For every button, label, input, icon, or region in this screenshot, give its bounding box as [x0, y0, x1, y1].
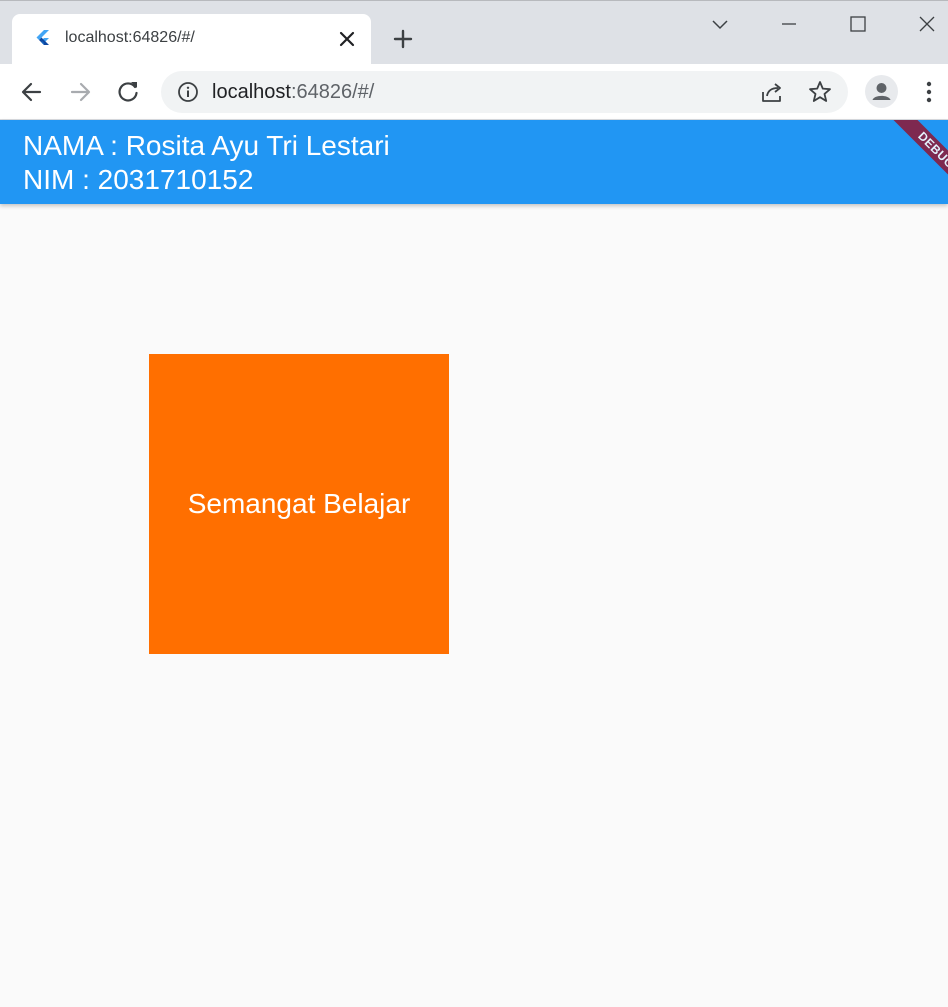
browser-window: localhost:64826/#/ localhost:64826/#/ NA…: [0, 0, 948, 1007]
appbar-name: NAMA : Rosita Ayu Tri Lestari: [23, 130, 390, 161]
new-tab-icon[interactable]: [392, 28, 414, 50]
minimize-icon[interactable]: [778, 13, 800, 35]
app-bar: NAMA : Rosita Ayu Tri Lestari NIM : 2031…: [0, 120, 948, 204]
close-tab-icon[interactable]: [336, 28, 358, 50]
address-bar[interactable]: localhost:64826/#/: [161, 71, 848, 113]
tab-title: localhost:64826/#/: [65, 29, 195, 46]
tab-search-chevron-icon[interactable]: [709, 13, 731, 35]
close-window-icon[interactable]: [916, 13, 938, 35]
person-icon: [872, 83, 891, 100]
profile-avatar[interactable]: [865, 75, 898, 108]
appbar-nim: NIM : 2031710152: [23, 164, 254, 195]
flutter-logo-icon: [36, 30, 49, 45]
maximize-icon[interactable]: [847, 13, 869, 35]
box-text: Semangat Belajar: [187, 488, 411, 519]
url-text[interactable]: localhost:64826/#/: [212, 81, 374, 104]
forward-icon[interactable]: [66, 78, 94, 106]
bookmark-star-icon[interactable]: [807, 79, 833, 105]
browser-toolbar: localhost:64826/#/: [0, 64, 948, 120]
browser-tab[interactable]: localhost:64826/#/: [12, 14, 371, 65]
back-icon[interactable]: [18, 78, 46, 106]
site-info-icon[interactable]: [177, 81, 199, 103]
more-menu-icon[interactable]: [917, 78, 941, 106]
url-path: :64826/#/: [290, 81, 375, 103]
orange-box: Semangat Belajar: [149, 354, 449, 654]
url-host: localhost: [212, 81, 291, 103]
reload-icon[interactable]: [114, 78, 142, 106]
share-icon[interactable]: [759, 80, 785, 106]
tab-strip: localhost:64826/#/: [0, 0, 948, 65]
